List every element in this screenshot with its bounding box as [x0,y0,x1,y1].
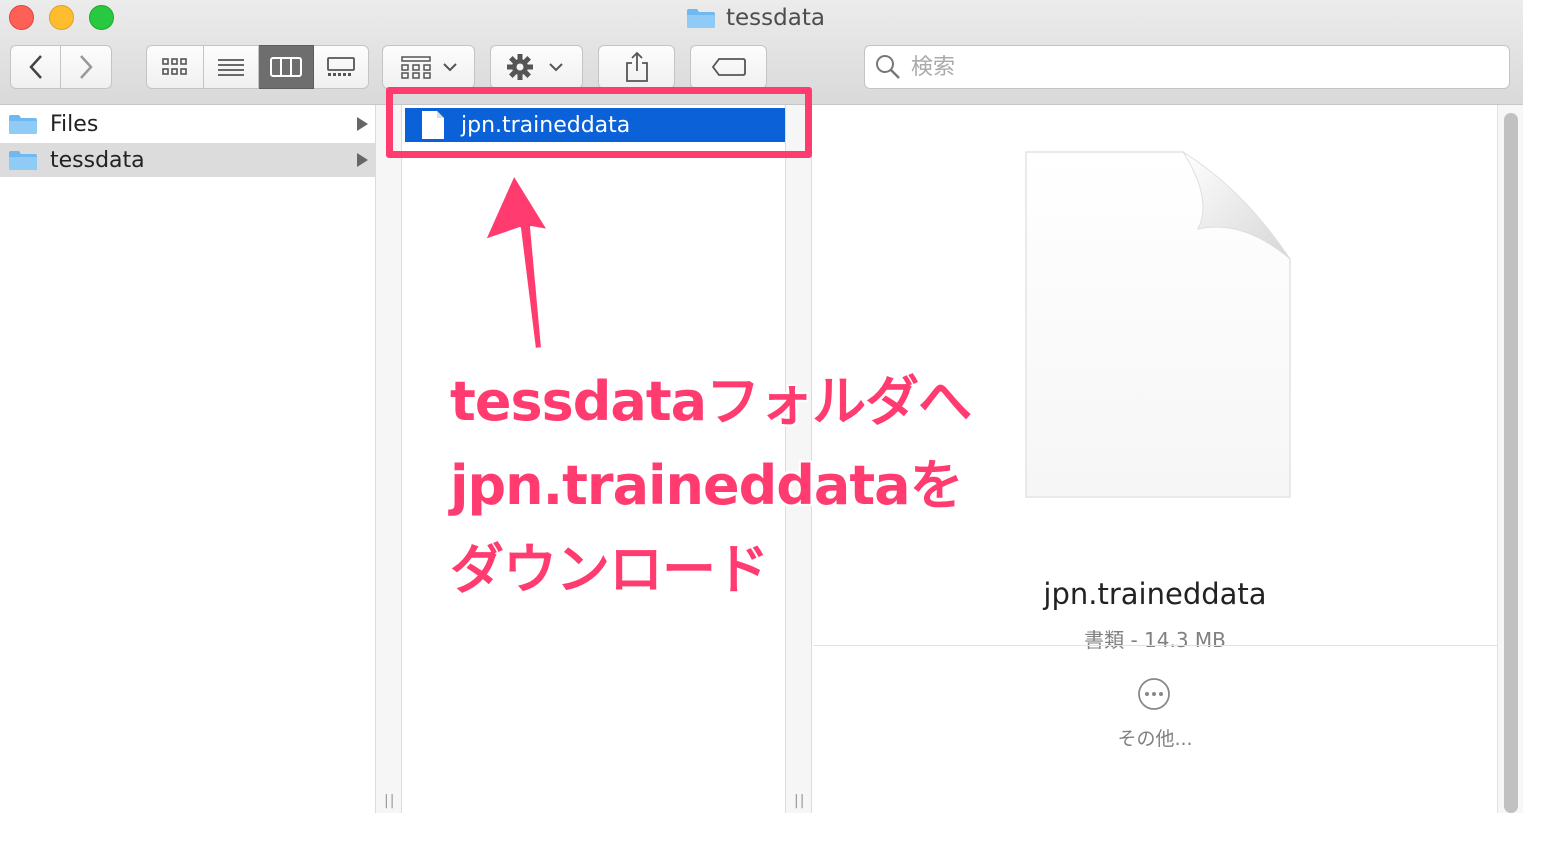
folder-icon [9,151,37,170]
tag-icon [711,58,746,76]
tag-button[interactable] [690,45,767,89]
search-input[interactable] [909,53,1473,81]
more-icon[interactable] [1137,677,1171,711]
column-resize-handle[interactable]: || [375,105,402,813]
resize-grip-icon: || [384,793,396,809]
column-item-tessdata[interactable]: tessdata [0,143,375,177]
document-preview-icon [1025,151,1291,498]
list-view-icon [218,59,244,76]
share-icon [625,51,648,82]
column-view-button[interactable] [259,45,314,89]
folder-icon [687,9,715,28]
annotation-arrow-icon [484,174,549,350]
annotation-highlight-box [386,87,812,158]
disclosure-arrow-icon [357,153,368,167]
folder-icon [9,115,37,134]
window-title: tessdata [686,2,825,34]
action-menu-button[interactable] [490,45,583,89]
gallery-view-icon [327,57,355,76]
group-by-icon [400,56,457,79]
vertical-scrollbar[interactable] [1497,105,1523,813]
preview-file-info: 書類 - 14.3 MB [1084,628,1226,652]
resize-grip-icon: || [794,793,806,809]
more-actions-label[interactable]: その他... [813,724,1497,751]
forward-button[interactable] [61,45,112,89]
column-view-icon [270,57,302,77]
back-button[interactable] [10,45,61,89]
chevron-left-icon [28,55,42,79]
search-field[interactable] [864,45,1510,89]
window-title-text: tessdata [726,5,825,31]
annotation-line: jpn.traineddataを [450,454,964,517]
scrollbar-thumb[interactable] [1504,113,1518,813]
parent-folder-column: Files tessdata [0,105,376,813]
annotation-line: tessdataフォルダへ [450,370,972,433]
close-window-button[interactable] [9,5,34,30]
nav-buttons [10,45,112,89]
zoom-window-button[interactable] [89,5,114,30]
chevron-right-icon [80,55,93,79]
column-item-label: Files [50,111,99,137]
icon-view-button[interactable] [146,45,204,89]
disclosure-arrow-icon [357,117,368,131]
list-view-button[interactable] [204,45,259,89]
group-by-button[interactable] [382,45,475,89]
icon-view-icon [162,58,187,75]
share-button[interactable] [598,45,675,89]
column-item-label: tessdata [50,147,145,173]
preview-divider [813,645,1497,646]
finder-window: tessdata 検索 Files tessdata || jpn.traine… [0,0,1523,813]
minimize-window-button[interactable] [49,5,74,30]
annotation-line: ダウンロード [450,538,769,601]
column-item-files[interactable]: Files [0,107,375,141]
view-mode-control [146,45,369,89]
search-icon [876,55,900,79]
gallery-view-button[interactable] [314,45,369,89]
gear-icon [506,54,563,80]
annotation-text: tessdataフォルダへ jpn.traineddataを ダウンロード [450,360,972,612]
